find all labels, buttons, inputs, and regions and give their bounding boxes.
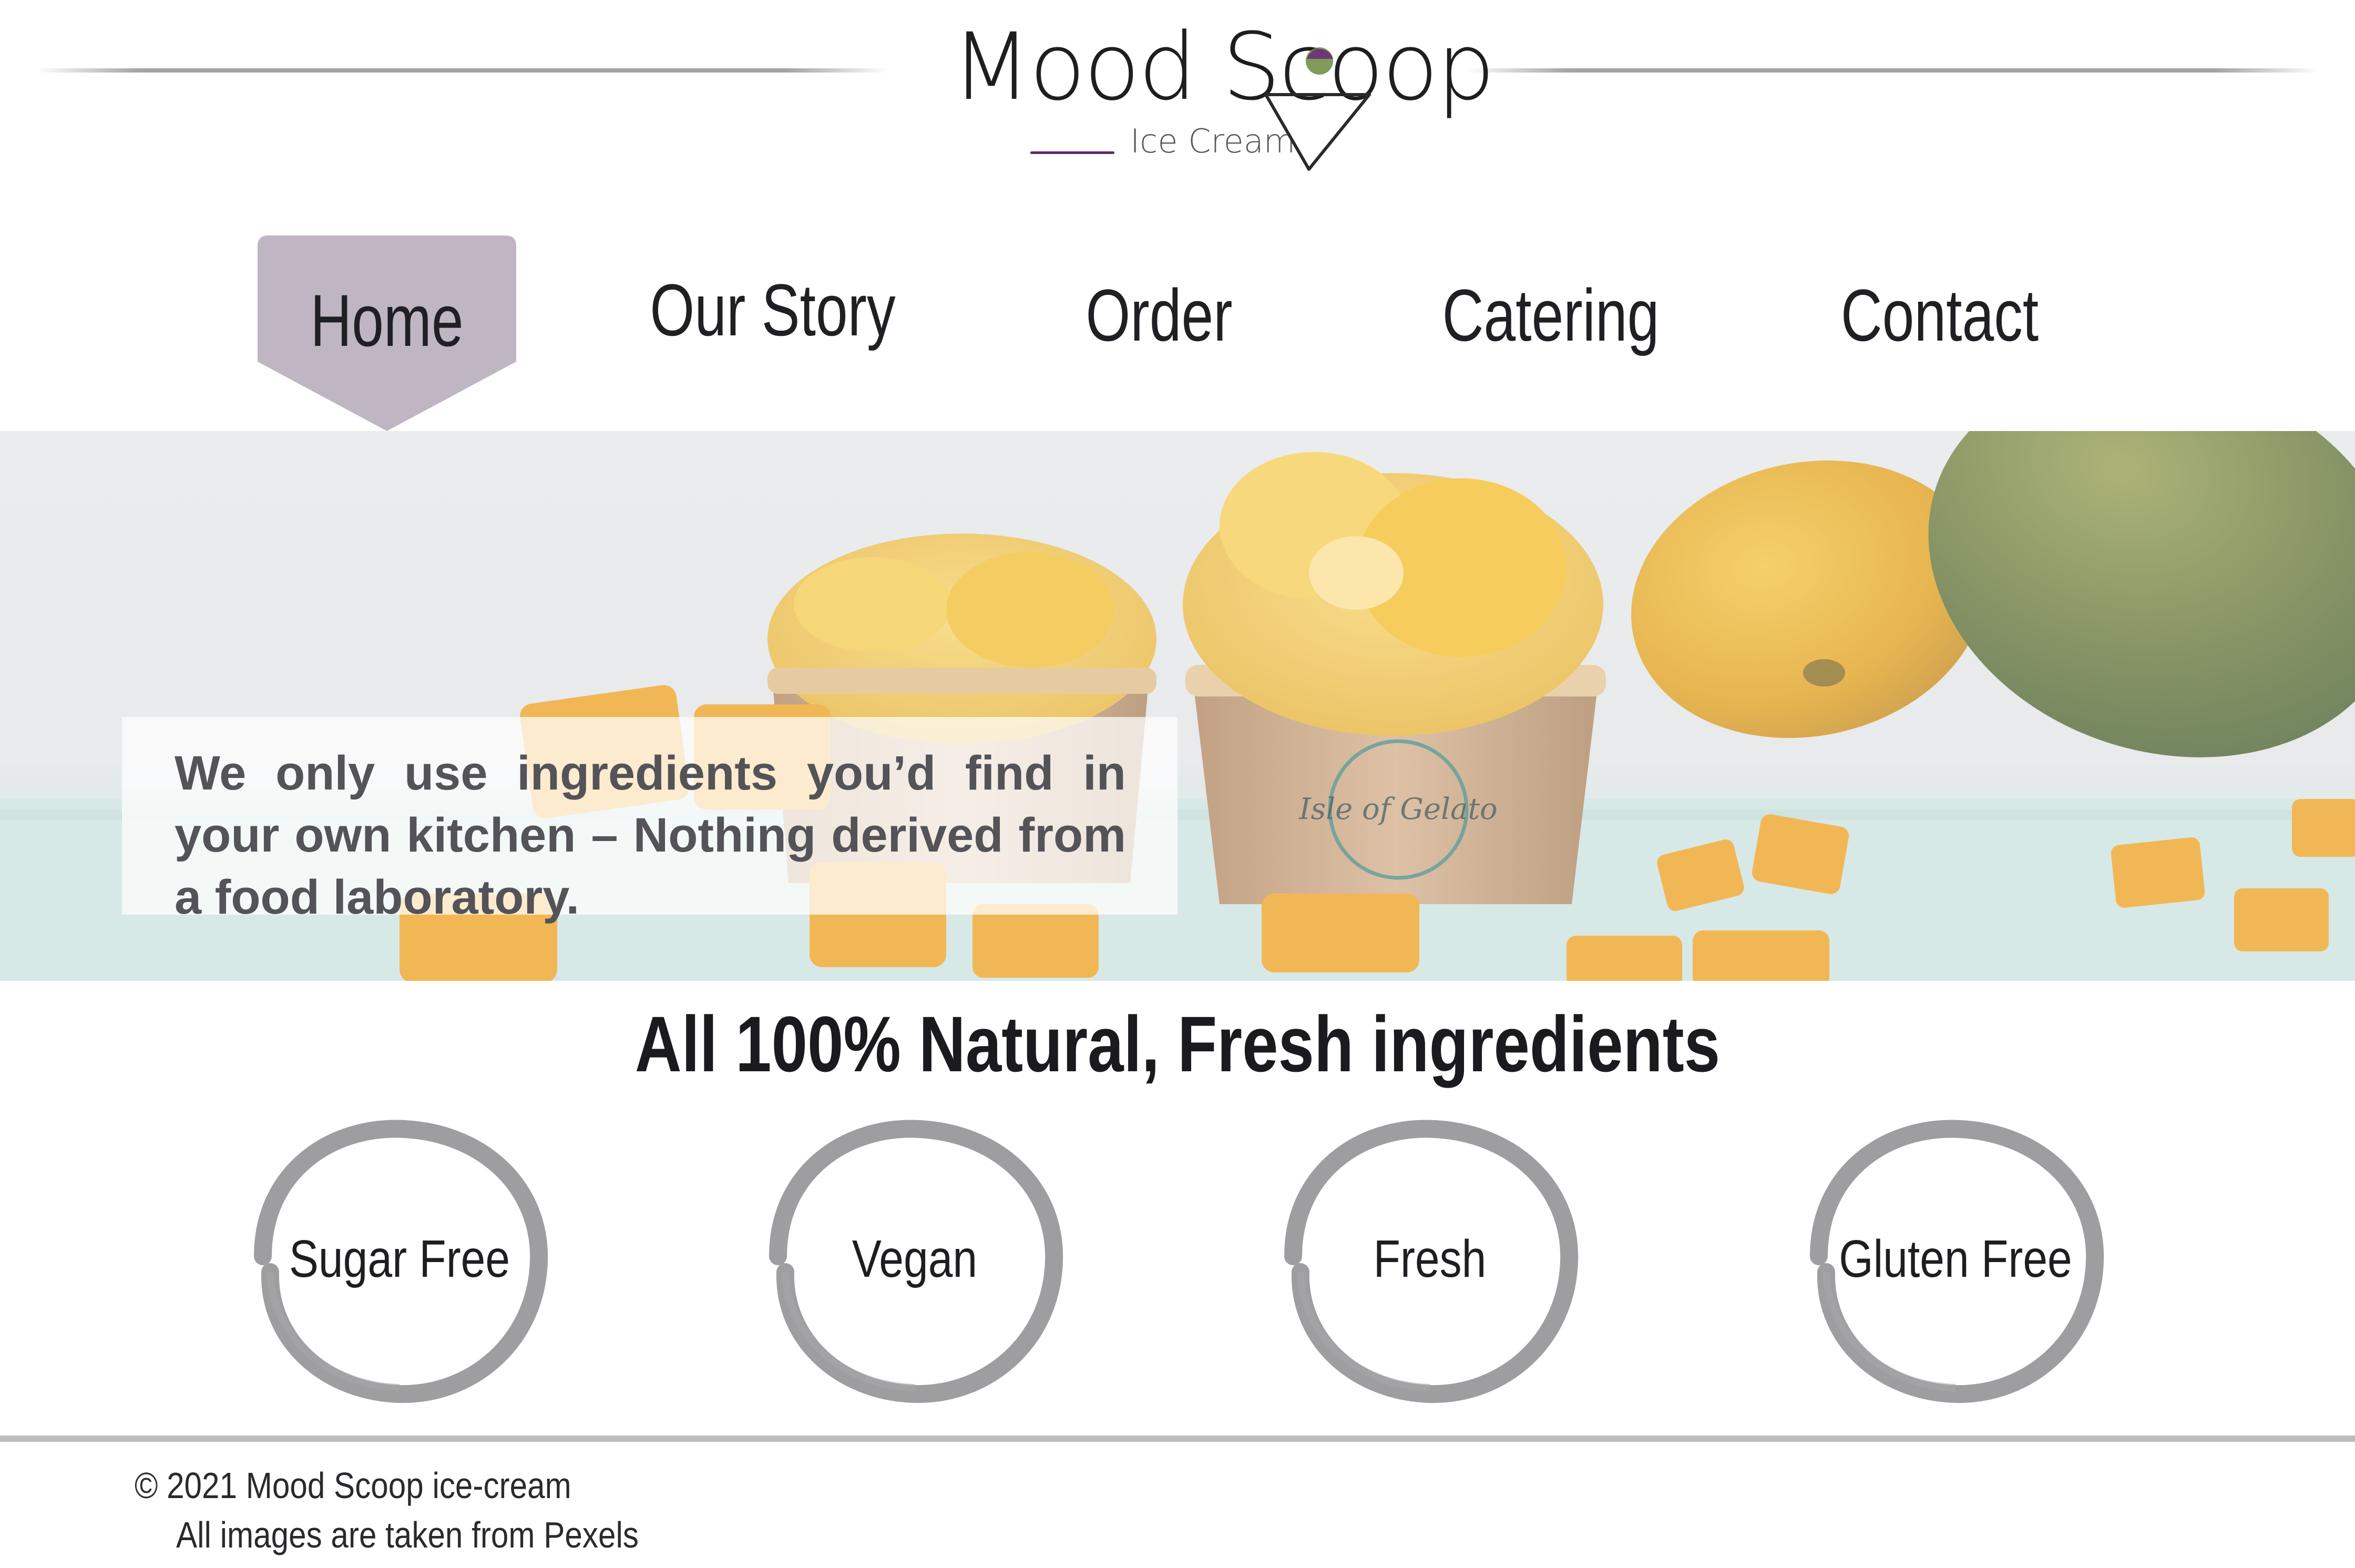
feature-fresh: Fresh [1262, 1104, 1598, 1419]
logo[interactable]: Mood Scoop Ice Cream [936, 11, 1495, 171]
nav-item-our-story[interactable]: Our Story [650, 231, 895, 389]
footer-credit: All images are taken from Pexels [176, 1514, 639, 1555]
feature-label: Fresh [1373, 1229, 1487, 1288]
feature-gluten-free: Gluten Free [1787, 1104, 2124, 1419]
footer-divider [0, 1436, 2355, 1442]
header-rule-right [1467, 68, 2318, 73]
nav-item-order[interactable]: Order [1067, 237, 1252, 394]
main-nav: Home Our Story Order Catering Contact [0, 231, 2355, 431]
nav-item-contact[interactable]: Contact [1821, 237, 2059, 394]
feature-label: Sugar Free [289, 1229, 510, 1288]
footer-copyright: © 2021 Mood Scoop ice-cream [135, 1465, 571, 1506]
logo-accent-line [1030, 151, 1114, 154]
logo-title: Mood Scoop [951, 13, 1495, 121]
features-title: All 100% Natural, Fresh ingredients [634, 1000, 1721, 1088]
hero-text-box: We only use ingredients you’d find in yo… [122, 717, 1178, 924]
hero-banner: Isle of Gelato We only use ingredients y… [0, 431, 2355, 981]
nav-item-catering[interactable]: Catering [1424, 237, 1678, 394]
feature-label: Gluten Free [1839, 1229, 2072, 1288]
header-rule-left [37, 68, 888, 73]
ice-cream-cone-icon [1264, 47, 1371, 171]
feature-sugar-free: Sugar Free [231, 1104, 568, 1419]
feature-vegan: Vegan [746, 1104, 1083, 1419]
feature-label: Vegan [852, 1229, 978, 1288]
page: Mood Scoop Ice Cream Home Our Story Orde… [0, 0, 2355, 1568]
nav-item-home[interactable]: Home [286, 242, 488, 399]
hero-text: We only use ingredients you’d find in yo… [175, 746, 1126, 924]
